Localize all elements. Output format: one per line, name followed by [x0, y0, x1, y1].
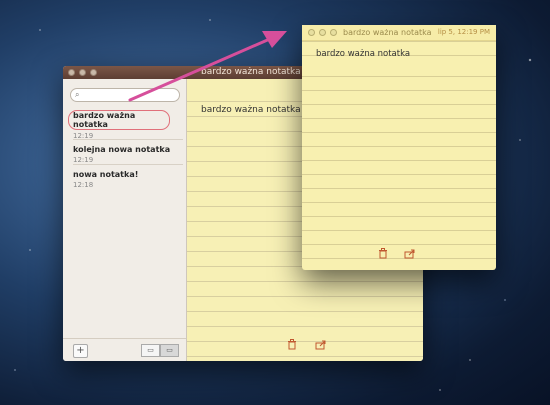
annotation-arrow	[128, 31, 287, 102]
